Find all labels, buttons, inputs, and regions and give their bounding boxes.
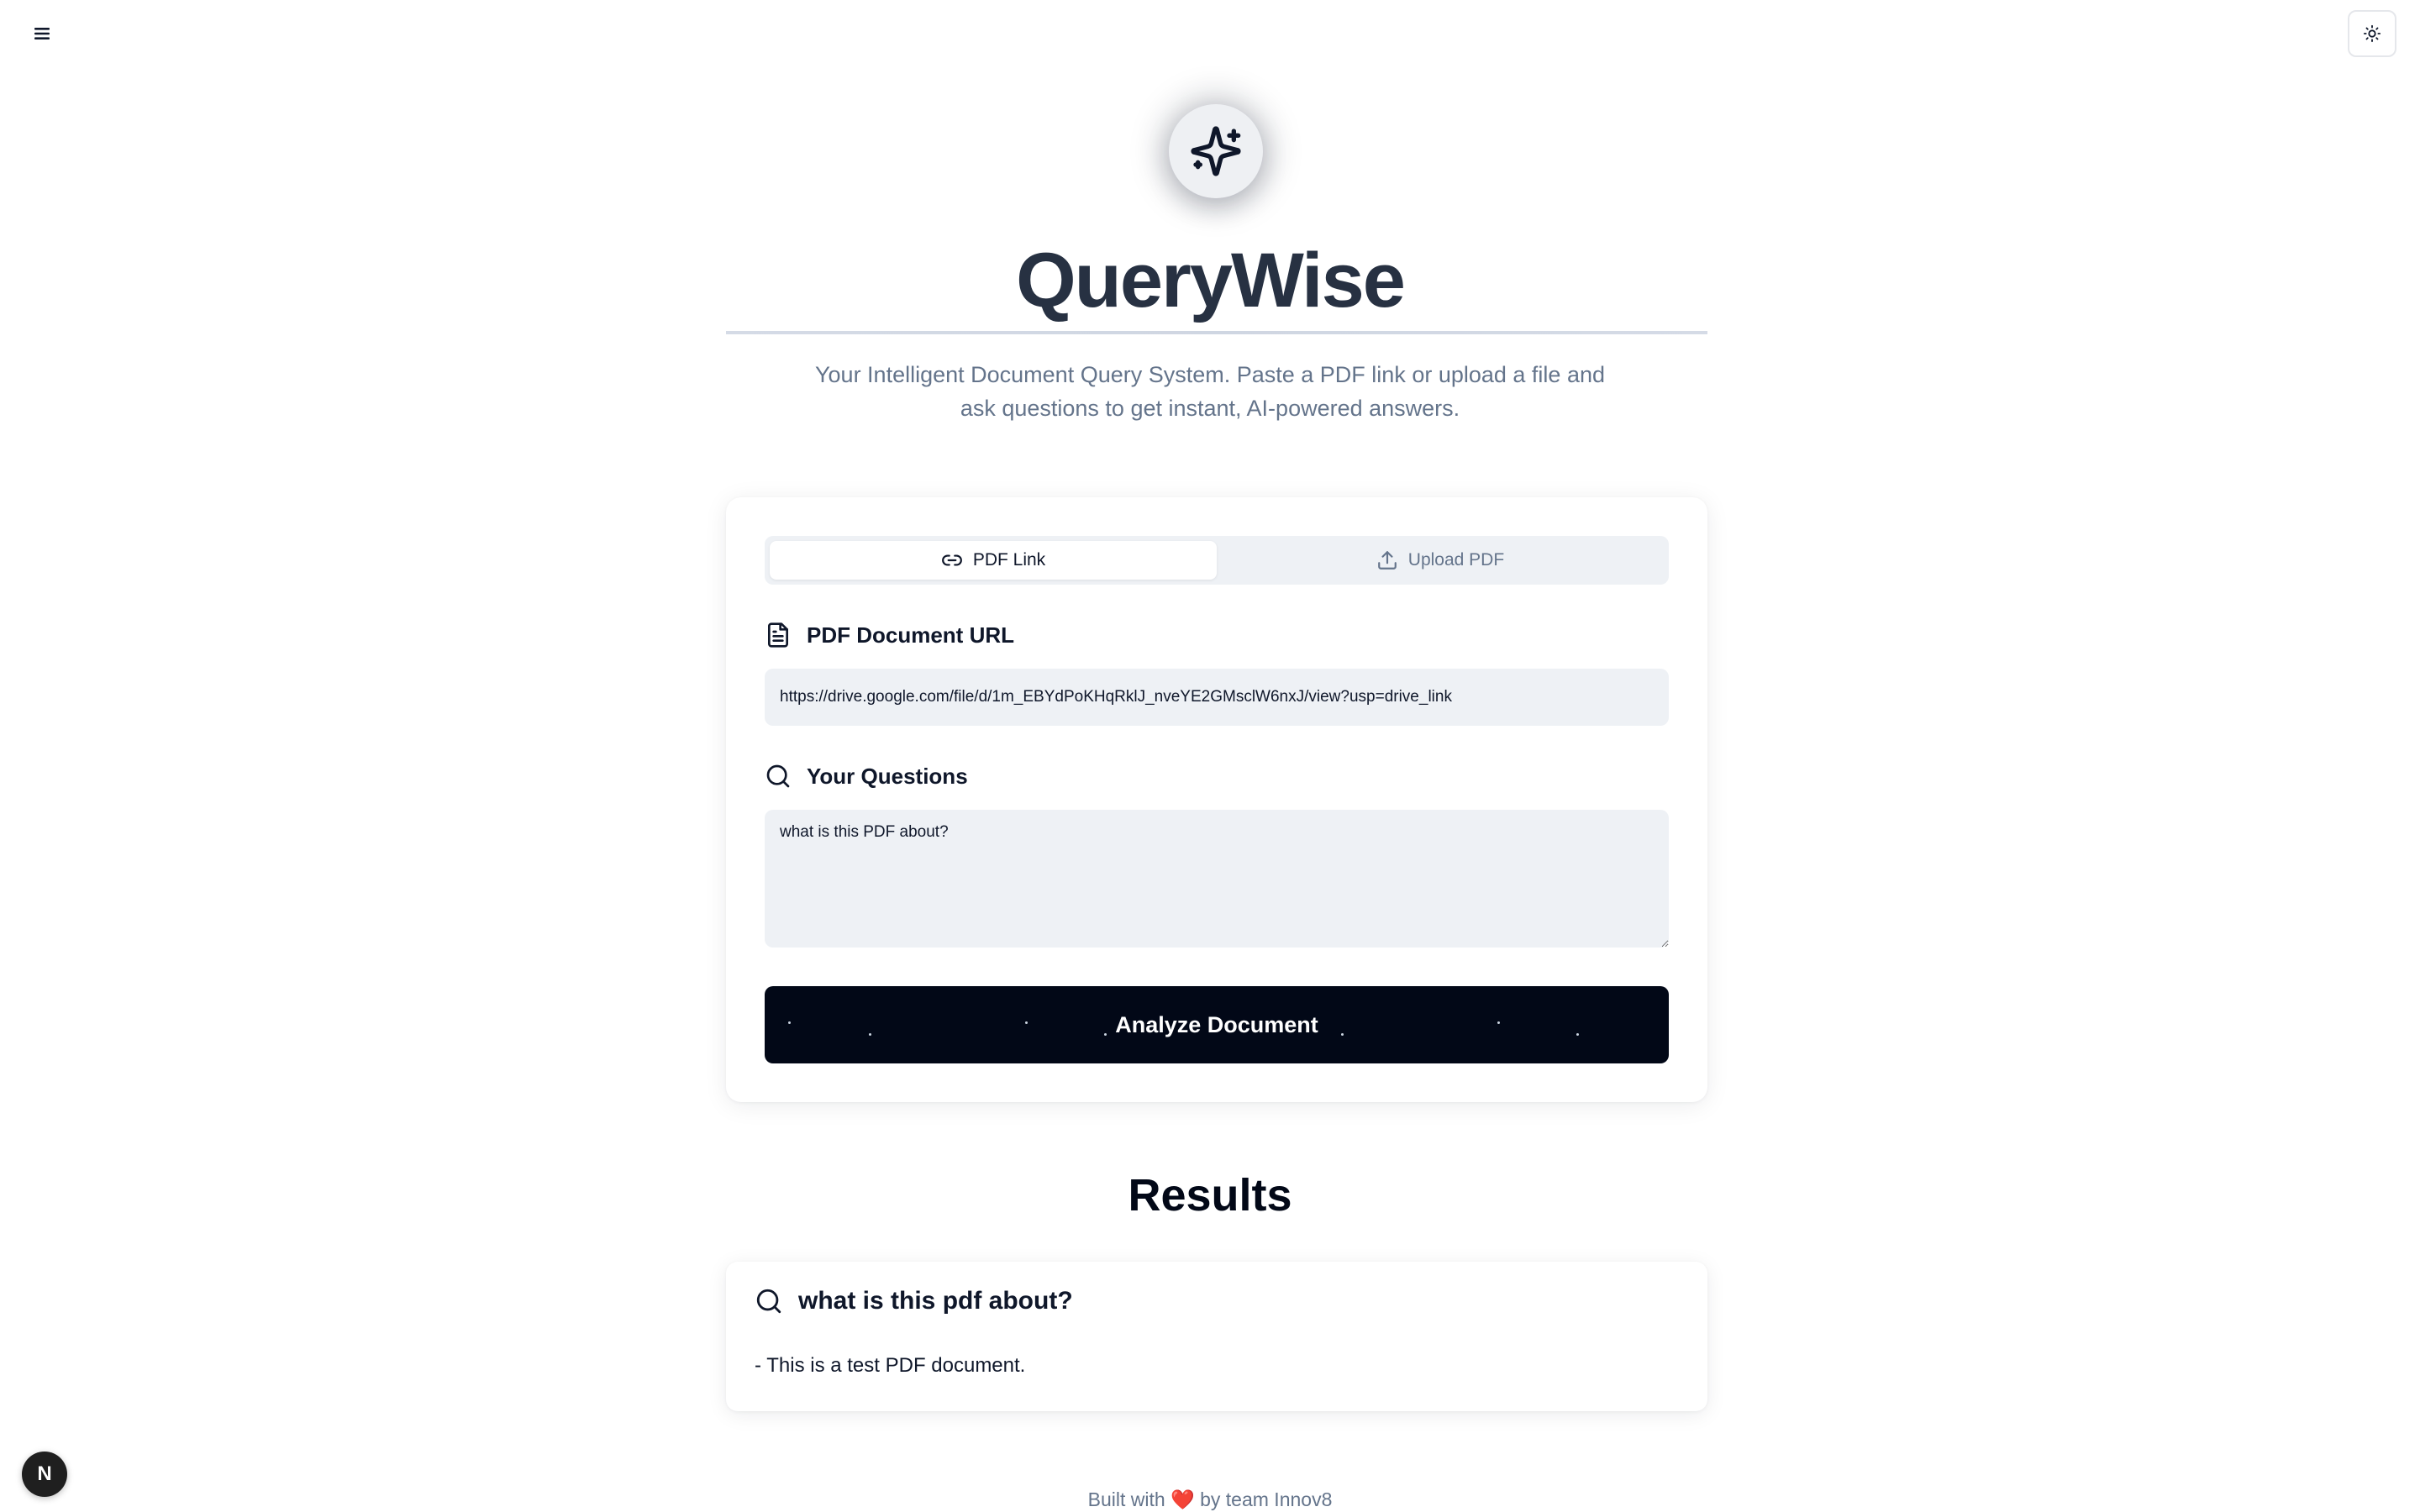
search-icon bbox=[756, 1289, 781, 1314]
sparkles-icon bbox=[1191, 126, 1241, 176]
query-form-card: PDF Link Upload PDF PDF Document URL You… bbox=[726, 497, 1707, 1102]
sparkles-logo bbox=[1169, 104, 1263, 198]
sparkle-dot bbox=[1025, 1021, 1028, 1024]
questions-textarea[interactable]: what is this PDF about? bbox=[765, 810, 1669, 948]
search-icon bbox=[766, 764, 790, 788]
sparkle-dot bbox=[869, 1033, 871, 1036]
url-label-text: PDF Document URL bbox=[807, 622, 1014, 648]
sun-icon bbox=[2363, 24, 2381, 43]
questions-label-text: Your Questions bbox=[807, 763, 968, 789]
page: QueryWise Your Intelligent Document Quer… bbox=[0, 0, 2420, 1512]
hamburger-menu-button[interactable] bbox=[24, 18, 60, 49]
footer-prefix: Built with bbox=[1087, 1488, 1165, 1510]
tab-pdf-link-label: PDF Link bbox=[972, 550, 1046, 570]
analyze-button-label: Analyze Document bbox=[1115, 1011, 1318, 1037]
heart-icon: ❤️ bbox=[1171, 1488, 1195, 1510]
tab-pdf-link[interactable]: PDF Link bbox=[770, 541, 1217, 580]
questions-field-label: Your Questions bbox=[765, 763, 968, 790]
tab-upload-pdf-label: Upload PDF bbox=[1407, 550, 1505, 570]
result-question-text: what is this pdf about? bbox=[798, 1287, 1073, 1315]
result-answer: - This is a test PDF document. bbox=[755, 1354, 1026, 1377]
footer-suffix: by team Innov8 bbox=[1200, 1488, 1333, 1510]
footer: Built with ❤️ by team Innov8 bbox=[0, 1488, 2420, 1511]
hamburger-menu-icon bbox=[34, 28, 50, 39]
tab-upload-pdf[interactable]: Upload PDF bbox=[1217, 541, 1664, 580]
analyze-document-button[interactable]: Analyze Document bbox=[765, 986, 1669, 1063]
sparkle-dot bbox=[1341, 1033, 1344, 1036]
dev-tools-badge[interactable]: N bbox=[22, 1452, 67, 1497]
sparkle-dot bbox=[788, 1021, 791, 1024]
sparkle-dot bbox=[1104, 1033, 1107, 1036]
app-subtitle: Your Intelligent Document Query System. … bbox=[815, 362, 1605, 421]
app-title: QueryWise bbox=[1016, 238, 1406, 323]
file-text-icon bbox=[768, 622, 788, 648]
source-tabs: PDF Link Upload PDF bbox=[765, 536, 1669, 585]
upload-icon bbox=[1377, 551, 1397, 570]
link-icon bbox=[941, 554, 962, 566]
sparkle-dot bbox=[1576, 1033, 1579, 1036]
dev-badge-label: N bbox=[37, 1462, 52, 1485]
results-heading: Results bbox=[1128, 1170, 1292, 1221]
result-card: what is this pdf about? - This is a test… bbox=[726, 1262, 1707, 1411]
result-question: what is this pdf about? bbox=[755, 1287, 1073, 1315]
sparkle-dot bbox=[1497, 1021, 1500, 1024]
pdf-url-input[interactable] bbox=[765, 669, 1669, 726]
url-field-label: PDF Document URL bbox=[765, 622, 1014, 648]
theme-toggle-button[interactable] bbox=[2348, 10, 2396, 57]
title-underline bbox=[726, 331, 1707, 334]
